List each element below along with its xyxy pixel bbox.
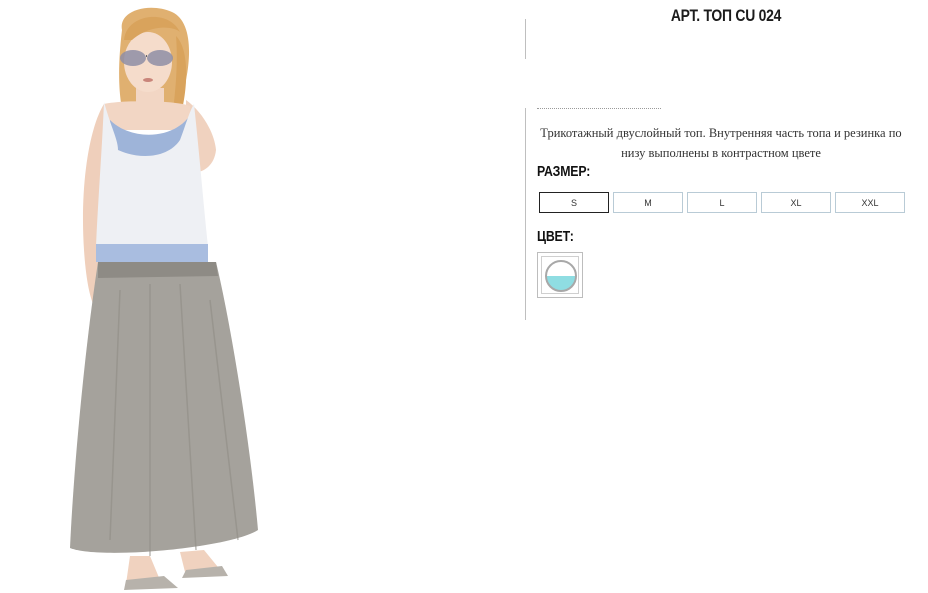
product-description: Трикотажный двуслойный топ. Внутренняя ч…: [540, 126, 902, 160]
size-option-m[interactable]: M: [613, 192, 683, 213]
size-option-s[interactable]: S: [539, 192, 609, 213]
size-option-xl[interactable]: XL: [761, 192, 831, 213]
size-option-l[interactable]: L: [687, 192, 757, 213]
color-swatch-icon: [545, 260, 577, 292]
model-illustration: [70, 7, 258, 590]
product-title: АРТ. ТОП CU 024: [670, 6, 782, 25]
size-label: РАЗМЕР:: [537, 163, 591, 180]
size-option-xxl[interactable]: XXL: [835, 192, 905, 213]
divider-bottom: [525, 108, 526, 320]
color-label: ЦВЕТ:: [537, 228, 574, 245]
dotted-separator: [537, 108, 661, 109]
size-options: S M L XL XXL: [539, 192, 905, 213]
divider-top: [525, 19, 526, 59]
color-swatch[interactable]: [537, 252, 583, 298]
product-photo: [0, 0, 520, 593]
